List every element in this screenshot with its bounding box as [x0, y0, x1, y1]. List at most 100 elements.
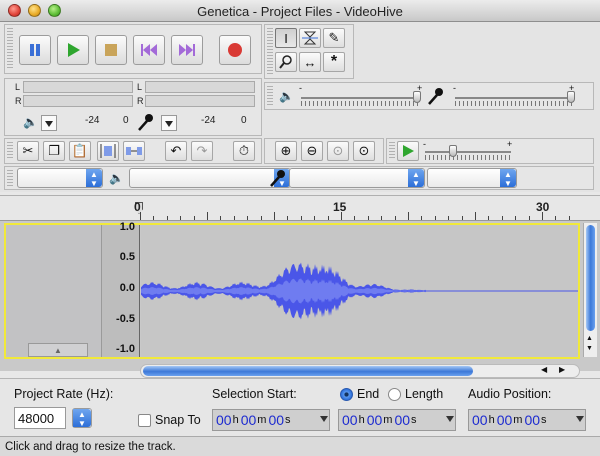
output-volume-slider[interactable] — [413, 91, 421, 103]
microphone-icon — [137, 113, 155, 134]
chevron-down-icon[interactable] — [446, 416, 454, 422]
meter-scale-low: -24 — [201, 115, 216, 126]
vertical-scroll-thumb[interactable] — [586, 225, 595, 331]
scroll-down-icon[interactable]: ▼ — [586, 345, 593, 352]
play-speed-slider[interactable] — [449, 145, 457, 157]
amplitude-ruler: 1.0 0.5 0.0 -0.5 -1.0 — [102, 221, 140, 357]
i-beam-icon: I — [284, 30, 288, 46]
toolbar-grip[interactable] — [389, 142, 395, 160]
input-volume-slider[interactable] — [567, 91, 575, 103]
waveform-graphic — [141, 262, 578, 320]
cut-button[interactable]: ✂ — [17, 141, 39, 161]
snap-to-checkbox[interactable] — [138, 414, 151, 427]
output-volume-icon: 🔈 — [279, 89, 294, 103]
chevron-down-icon[interactable] — [576, 416, 584, 422]
fit-selection-button[interactable]: ⊙ — [327, 141, 349, 161]
sync-lock-button[interactable]: ⏱ — [233, 141, 255, 161]
toolbar-grip[interactable] — [7, 142, 13, 160]
record-meter-menu[interactable] — [161, 115, 177, 131]
playback-meter-menu[interactable] — [41, 115, 57, 131]
audio-position-time[interactable]: 00 h 00 m 00 s — [468, 409, 586, 431]
playback-meter-left[interactable] — [23, 81, 133, 93]
pause-icon — [30, 44, 40, 56]
skip-to-start-button[interactable] — [133, 35, 165, 65]
hours-value: 00 — [342, 412, 358, 428]
vertical-scrollbar[interactable]: ▲ ▼ — [583, 223, 597, 357]
selection-tool-button[interactable]: I — [275, 28, 297, 48]
skip-end-icon — [179, 44, 195, 56]
selection-start-time[interactable]: 00 h 00 m 00 s — [212, 409, 330, 431]
horizontal-scrollbar[interactable]: ◀ ▶ — [140, 364, 580, 378]
undo-button[interactable]: ↶ — [165, 141, 187, 161]
chevron-down-icon — [45, 121, 53, 127]
minutes-value: 00 — [240, 412, 257, 428]
playback-device-select[interactable]: ▲▼ — [129, 168, 291, 188]
project-rate-select[interactable]: ▲ ▼ — [72, 408, 92, 428]
ruler-tick — [274, 212, 275, 220]
fit-project-button[interactable]: ⊙ — [353, 141, 375, 161]
envelope-icon — [302, 31, 318, 45]
ruler-tick — [461, 216, 463, 220]
seconds-unit: s — [541, 414, 547, 426]
meter-toolbar: L R L R 🔈 -24 0 -24 0 — [4, 78, 262, 136]
scroll-left-icon[interactable]: ◀ — [541, 365, 547, 374]
pause-button[interactable] — [19, 35, 51, 65]
waveform[interactable] — [141, 225, 578, 357]
record-meter-left[interactable] — [145, 81, 255, 93]
input-volume-track[interactable] — [455, 97, 575, 99]
selection-end-time[interactable]: 00 h 00 m 00 s — [338, 409, 456, 431]
track-control-panel[interactable]: ▲ — [6, 225, 102, 357]
title-bar: Genetica - Project Files - VideoHive — [0, 0, 600, 22]
toolbar-grip[interactable] — [267, 86, 273, 106]
toolbar-grip[interactable] — [7, 28, 13, 70]
length-radio[interactable] — [388, 388, 401, 401]
stop-button[interactable] — [95, 35, 127, 65]
redo-button[interactable]: ↷ — [191, 141, 213, 161]
ruler-tick — [260, 216, 262, 220]
ruler-tick — [140, 212, 141, 220]
stopwatch-icon: ⏱ — [238, 143, 250, 158]
output-volume-track[interactable] — [301, 97, 421, 99]
asterisk-icon: * — [330, 53, 338, 70]
playback-meter-right[interactable] — [23, 95, 133, 107]
chevron-down-icon[interactable] — [320, 416, 328, 422]
play-button[interactable] — [57, 35, 89, 65]
paste-button[interactable]: 📋 — [69, 141, 91, 161]
slider-min-icon: - — [453, 83, 456, 93]
trim-button[interactable] — [97, 141, 119, 161]
record-button[interactable] — [219, 35, 251, 65]
play-speed-track[interactable] — [425, 151, 511, 153]
scroll-up-icon[interactable]: ▲ — [586, 335, 593, 342]
toolbar-grip[interactable] — [267, 28, 273, 75]
envelope-tool-button[interactable] — [299, 28, 321, 48]
ruler-tick — [434, 216, 436, 220]
recording-device-select[interactable]: ▲ ▼ — [289, 168, 425, 188]
horizontal-scroll-thumb[interactable] — [143, 366, 473, 376]
zoom-tool-button[interactable] — [275, 52, 297, 72]
silence-icon — [126, 147, 142, 155]
toolbar-grip[interactable] — [7, 170, 13, 186]
draw-tool-button[interactable]: ✎ — [323, 28, 345, 48]
silence-button[interactable] — [123, 141, 145, 161]
collapse-track-button[interactable]: ▲ — [28, 343, 88, 357]
seconds-unit: s — [411, 414, 417, 426]
scroll-right-icon[interactable]: ▶ — [559, 365, 565, 374]
input-channels-select[interactable]: ▲ ▼ — [427, 168, 517, 188]
audio-track[interactable]: ▲ 1.0 0.5 0.0 -0.5 -1.0 — [4, 221, 580, 359]
end-radio[interactable] — [340, 388, 353, 401]
timeline-ruler[interactable]: 0 15 30 — [0, 195, 600, 221]
copy-button[interactable]: ❐ — [43, 141, 65, 161]
project-rate-input[interactable]: 48000 — [14, 407, 66, 429]
ruler-label: 15 — [333, 200, 347, 214]
ruler-tick — [287, 216, 289, 220]
zoom-in-button[interactable]: ⊕ — [275, 141, 297, 161]
multi-tool-button[interactable]: * — [323, 52, 345, 72]
audio-host-select[interactable]: ▲ ▼ — [17, 168, 103, 188]
time-shift-tool-button[interactable]: ↔ — [299, 52, 321, 72]
snap-to-label: Snap To — [155, 413, 201, 427]
zoom-out-button[interactable]: ⊖ — [301, 141, 323, 161]
scissors-icon: ✂ — [22, 143, 34, 158]
record-meter-right[interactable] — [145, 95, 255, 107]
play-at-speed-button[interactable] — [397, 141, 419, 161]
skip-to-end-button[interactable] — [171, 35, 203, 65]
